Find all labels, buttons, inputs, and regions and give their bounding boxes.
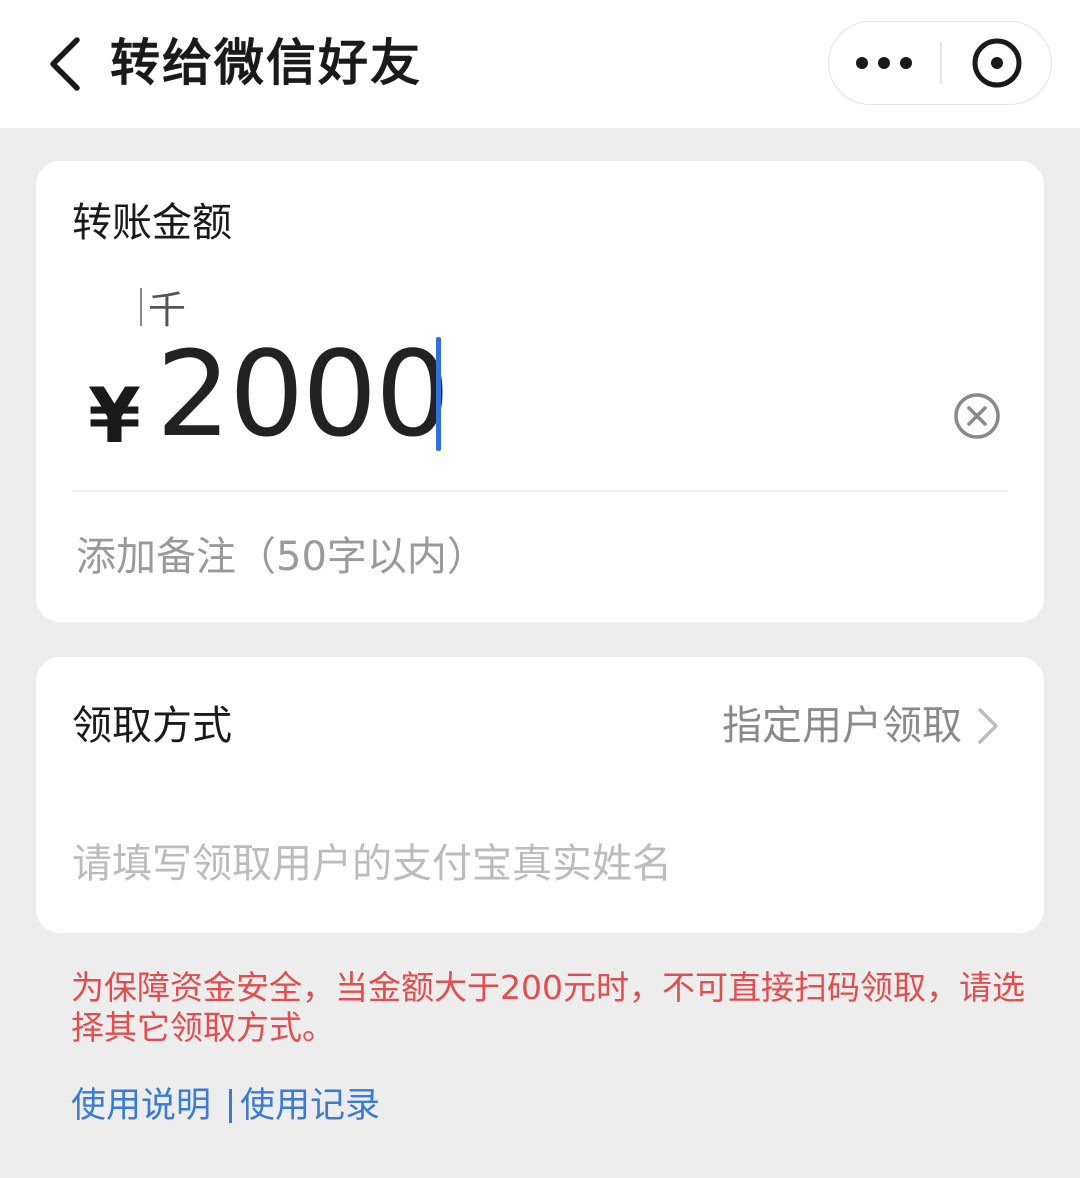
amount-label: 转账金额 [72,200,232,246]
unit-hint-marker [140,287,142,326]
top-nav-bar: 转给微信好友 [0,0,1080,128]
mini-program-capsule [828,21,1052,105]
clear-circle-icon[interactable] [952,391,1002,441]
unit-hint-text: 千 [148,288,187,332]
amount-unit-hint: 千 [140,279,186,334]
records-link[interactable]: 使用记录 [240,1084,380,1128]
text-cursor [436,337,441,451]
receive-method-label: 领取方式 [72,703,232,749]
amount-divider [72,490,1008,492]
chevron-left-icon[interactable] [40,32,90,96]
receive-method-value: 指定用户领取 [722,703,962,749]
security-warning-text: 为保障资金安全，当金额大于200元时，不可直接扫码领取，请选择其它领取方式。 [71,968,1025,1047]
amount-card: 转账金额 千 ¥ [36,161,1044,622]
chevron-right-icon [978,708,998,744]
instructions-link[interactable]: 使用说明 [71,1084,211,1128]
page-title: 转给微信好友 [110,34,422,92]
capsule-divider [940,42,942,84]
more-dots-icon[interactable] [829,22,939,103]
receive-method-card: 领取方式 指定用户领取 [36,657,1044,933]
recipient-name-input[interactable] [72,832,1002,896]
receive-method-selector[interactable]: 指定用户领取 [722,698,1000,754]
note-input[interactable] [76,525,996,589]
link-separator [229,1089,233,1123]
currency-symbol: ¥ [88,371,141,460]
close-circle-icon[interactable] [943,22,1051,103]
amount-input[interactable] [156,329,856,459]
footer-links: 使用说明 使用记录 [71,1084,380,1128]
